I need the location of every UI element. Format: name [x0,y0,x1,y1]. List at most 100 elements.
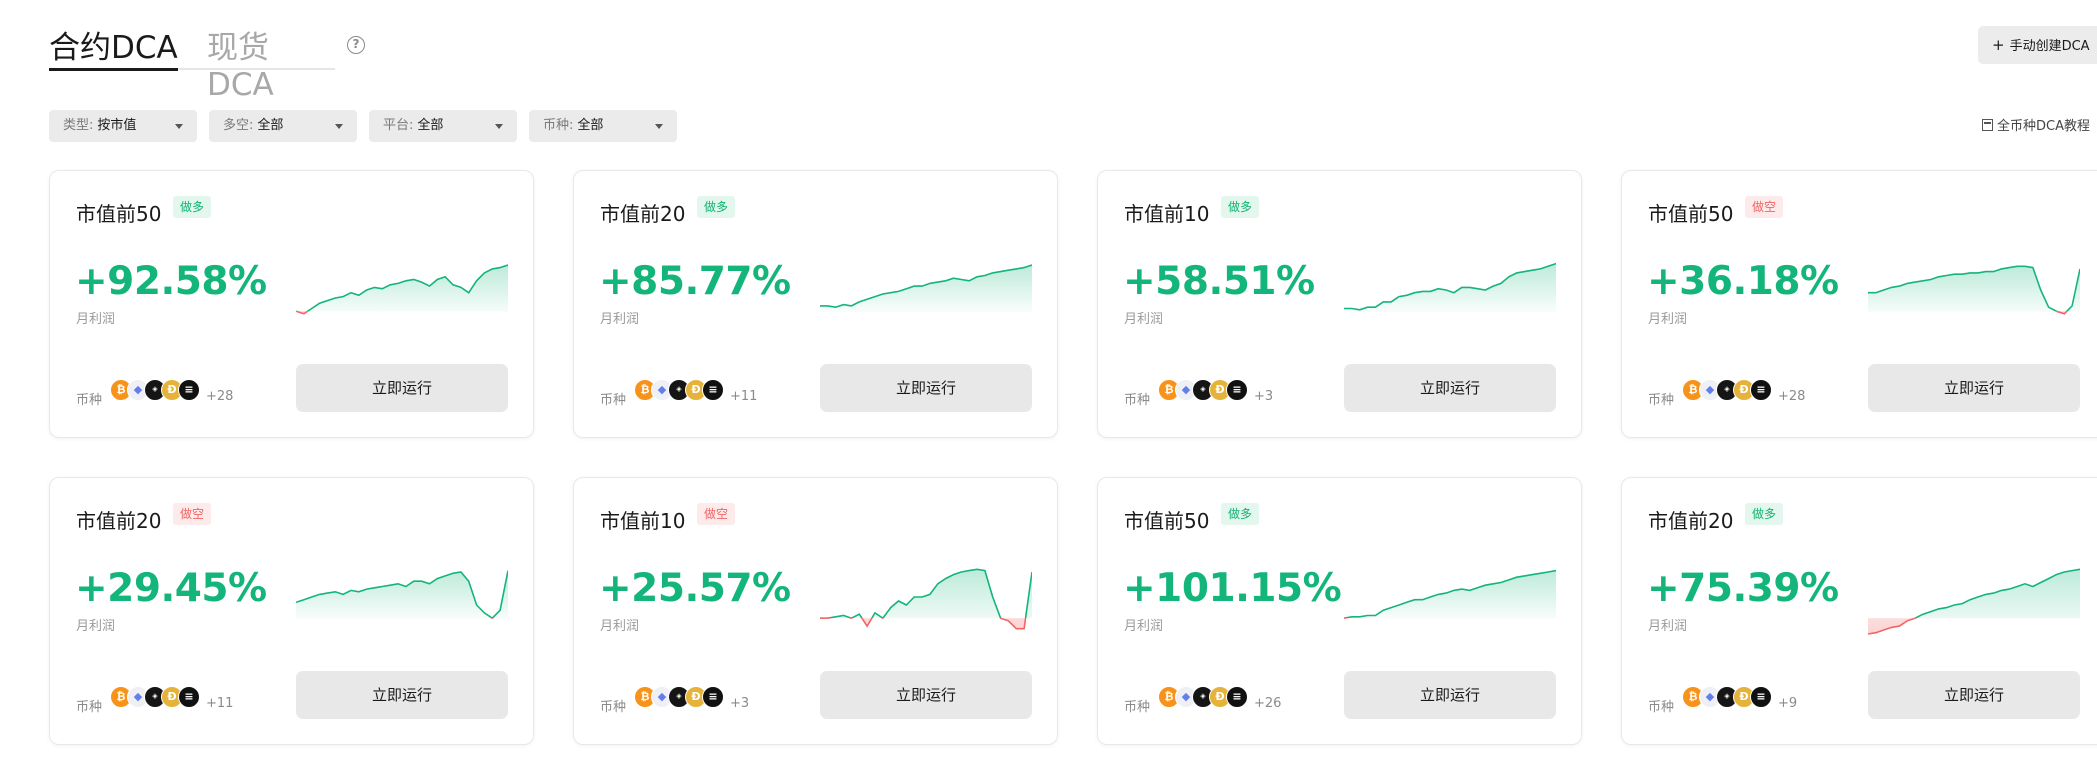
direction-badge: 做空 [697,503,736,525]
coins-more-count: +26 [1254,696,1282,711]
card-title: 市值前20 [76,509,162,533]
run-now-button[interactable]: 立即运行 [1344,364,1556,412]
sol-icon: ≡ [178,686,200,708]
strategy-card[interactable]: 市值前20 做多 +85.77% 月利润币种 ₿ ◆ ◈ Ð ≡ +11 立即运行 [573,170,1058,438]
monthly-profit-value: +85.77% [599,259,791,304]
filter-direction-value: 全部 [257,118,284,133]
document-icon [1982,119,1993,131]
tab-futures-dca[interactable]: 合约DCA [49,22,178,71]
coins-more-count: +3 [730,696,750,711]
monthly-profit-value: +25.57% [599,566,791,611]
tab-spot-dca[interactable]: 现货DCA [207,22,335,103]
strategy-card[interactable]: 市值前10 做空 +25.57% 月利润 币种 ₿ ◆ ◈ Ð ≡ +3 立即运行 [573,477,1058,745]
sparkline-chart [1868,568,2080,635]
run-now-button[interactable]: 立即运行 [1868,364,2080,412]
filter-direction-label: 多空: [223,118,254,133]
coins-label: 币种 [76,700,103,715]
monthly-profit-value: +29.45% [75,566,267,611]
monthly-profit-label: 月利润 [1124,619,1164,634]
coin-icons: ₿ ◆ ◈ Ð ≡ [1682,686,1782,712]
sparkline-area-up [1344,570,1556,619]
run-now-button[interactable]: 立即运行 [820,671,1032,719]
monthly-profit-value: +75.39% [1647,566,1839,611]
coins-label: 币种 [1124,393,1151,408]
filter-platform-label: 平台: [383,118,414,133]
run-now-button[interactable]: 立即运行 [296,671,508,719]
create-dca-button[interactable]: + 手动创建DCA [1978,26,2097,64]
direction-badge: 做多 [697,196,736,218]
strategy-card[interactable]: 市值前50 做多 +101.15% 月利润 币种 ₿ ◆ ◈ Ð ≡ +26 立即运行 [1097,477,1582,745]
sol-icon: ≡ [1226,686,1248,708]
direction-badge: 做多 [173,196,212,218]
coins-more-count: +28 [1778,389,1806,404]
filter-coin[interactable]: 币种: 全部 [529,110,677,142]
tutorial-link[interactable]: 全币种DCA教程 [1982,115,2090,134]
sparkline-chart [296,570,508,620]
strategy-card[interactable]: 市值前50 做多 +92.58% 月利润 币种 ₿ ◆ ◈ Ð ≡ +28 立即运行 [49,170,534,438]
card-title: 市值前20 [1648,509,1734,533]
sol-icon: ≡ [1750,379,1772,401]
chevron-down-icon [175,124,183,129]
monthly-profit-label: 月利润 [76,619,116,634]
coins-label: 币种 [1648,700,1675,715]
direction-badge: 做多 [1221,503,1260,525]
card-title: 市值前20 [600,202,686,226]
card-title: 市值前50 [76,202,162,226]
chevron-down-icon [655,124,663,129]
monthly-profit-value: +92.58% [75,259,267,304]
card-title: 市值前50 [1648,202,1734,226]
coins-more-count: +11 [206,696,234,711]
create-dca-label: 手动创建DCA [2009,39,2090,54]
sol-icon: ≡ [702,686,724,708]
sparkline-area-up [1344,263,1556,312]
monthly-profit-value: +36.18% [1647,259,1839,304]
sol-icon: ≡ [1750,686,1772,708]
coin-icons: ₿ ◆ ◈ Ð ≡ [110,686,210,712]
sparkline-chart [296,264,508,315]
sparkline-area-up [296,570,508,619]
run-now-button[interactable]: 立即运行 [820,364,1032,412]
monthly-profit-value: +101.15% [1123,566,1342,611]
coins-more-count: +3 [1254,389,1274,404]
coin-icons: ₿ ◆ ◈ Ð ≡ [1158,686,1258,712]
filter-platform-value: 全部 [417,118,444,133]
coin-icons: ₿ ◆ ◈ Ð ≡ [110,379,210,405]
coins-label: 币种 [600,700,627,715]
run-now-button[interactable]: 立即运行 [1868,671,2080,719]
coins-label: 币种 [600,393,627,408]
filter-type[interactable]: 类型: 按市值 [49,110,197,142]
chevron-down-icon [495,124,503,129]
strategy-card[interactable]: 市值前20 做多 +75.39% 月利润 币种 ₿ ◆ ◈ Ð ≡ +9 立即运行 [1621,477,2097,745]
filter-type-value: 按市值 [97,118,137,133]
strategy-card[interactable]: 市值前20 做空 +29.45% 月利润币种 ₿ ◆ ◈ Ð ≡ +11 立即运行 [49,477,534,745]
filter-type-label: 类型: [63,118,94,133]
monthly-profit-value: +58.51% [1123,259,1315,304]
sparkline-chart [820,568,1032,630]
run-now-button[interactable]: 立即运行 [296,364,508,412]
question-circle-icon[interactable]: ? [347,36,365,54]
filter-coin-value: 全部 [577,118,604,133]
sol-icon: ≡ [178,379,200,401]
sparkline-area-up [828,569,1032,619]
strategy-card[interactable]: 市值前10 做多 +58.51% 月利润 币种 ₿ ◆ ◈ Ð ≡ +3 立即运行 [1097,170,1582,438]
sol-icon: ≡ [1226,379,1248,401]
sparkline-chart [1868,265,2080,315]
monthly-profit-label: 月利润 [1124,312,1164,327]
monthly-profit-label: 月利润 [600,312,640,327]
sparkline-chart [1344,262,1556,312]
card-title: 市值前10 [1124,202,1210,226]
tab-bar: 合约DCA 现货DCA ? [49,18,365,103]
monthly-profit-label: 月利润 [600,619,640,634]
coin-icons: ₿ ◆ ◈ Ð ≡ [634,379,734,405]
run-now-button[interactable]: 立即运行 [1344,671,1556,719]
direction-badge: 做多 [1221,196,1260,218]
coins-more-count: +11 [730,389,758,404]
coins-more-count: +28 [206,389,234,404]
coins-label: 币种 [1648,393,1675,408]
filter-direction[interactable]: 多空: 全部 [209,110,357,142]
strategy-card[interactable]: 市值前50 做空 +36.18% 月利润 币种 ₿ ◆ ◈ Ð ≡ +28 立即运行 [1621,170,2097,438]
card-title: 市值前50 [1124,509,1210,533]
filter-platform[interactable]: 平台: 全部 [369,110,517,142]
direction-badge: 做空 [173,503,212,525]
coin-icons: ₿ ◆ ◈ Ð ≡ [634,686,734,712]
